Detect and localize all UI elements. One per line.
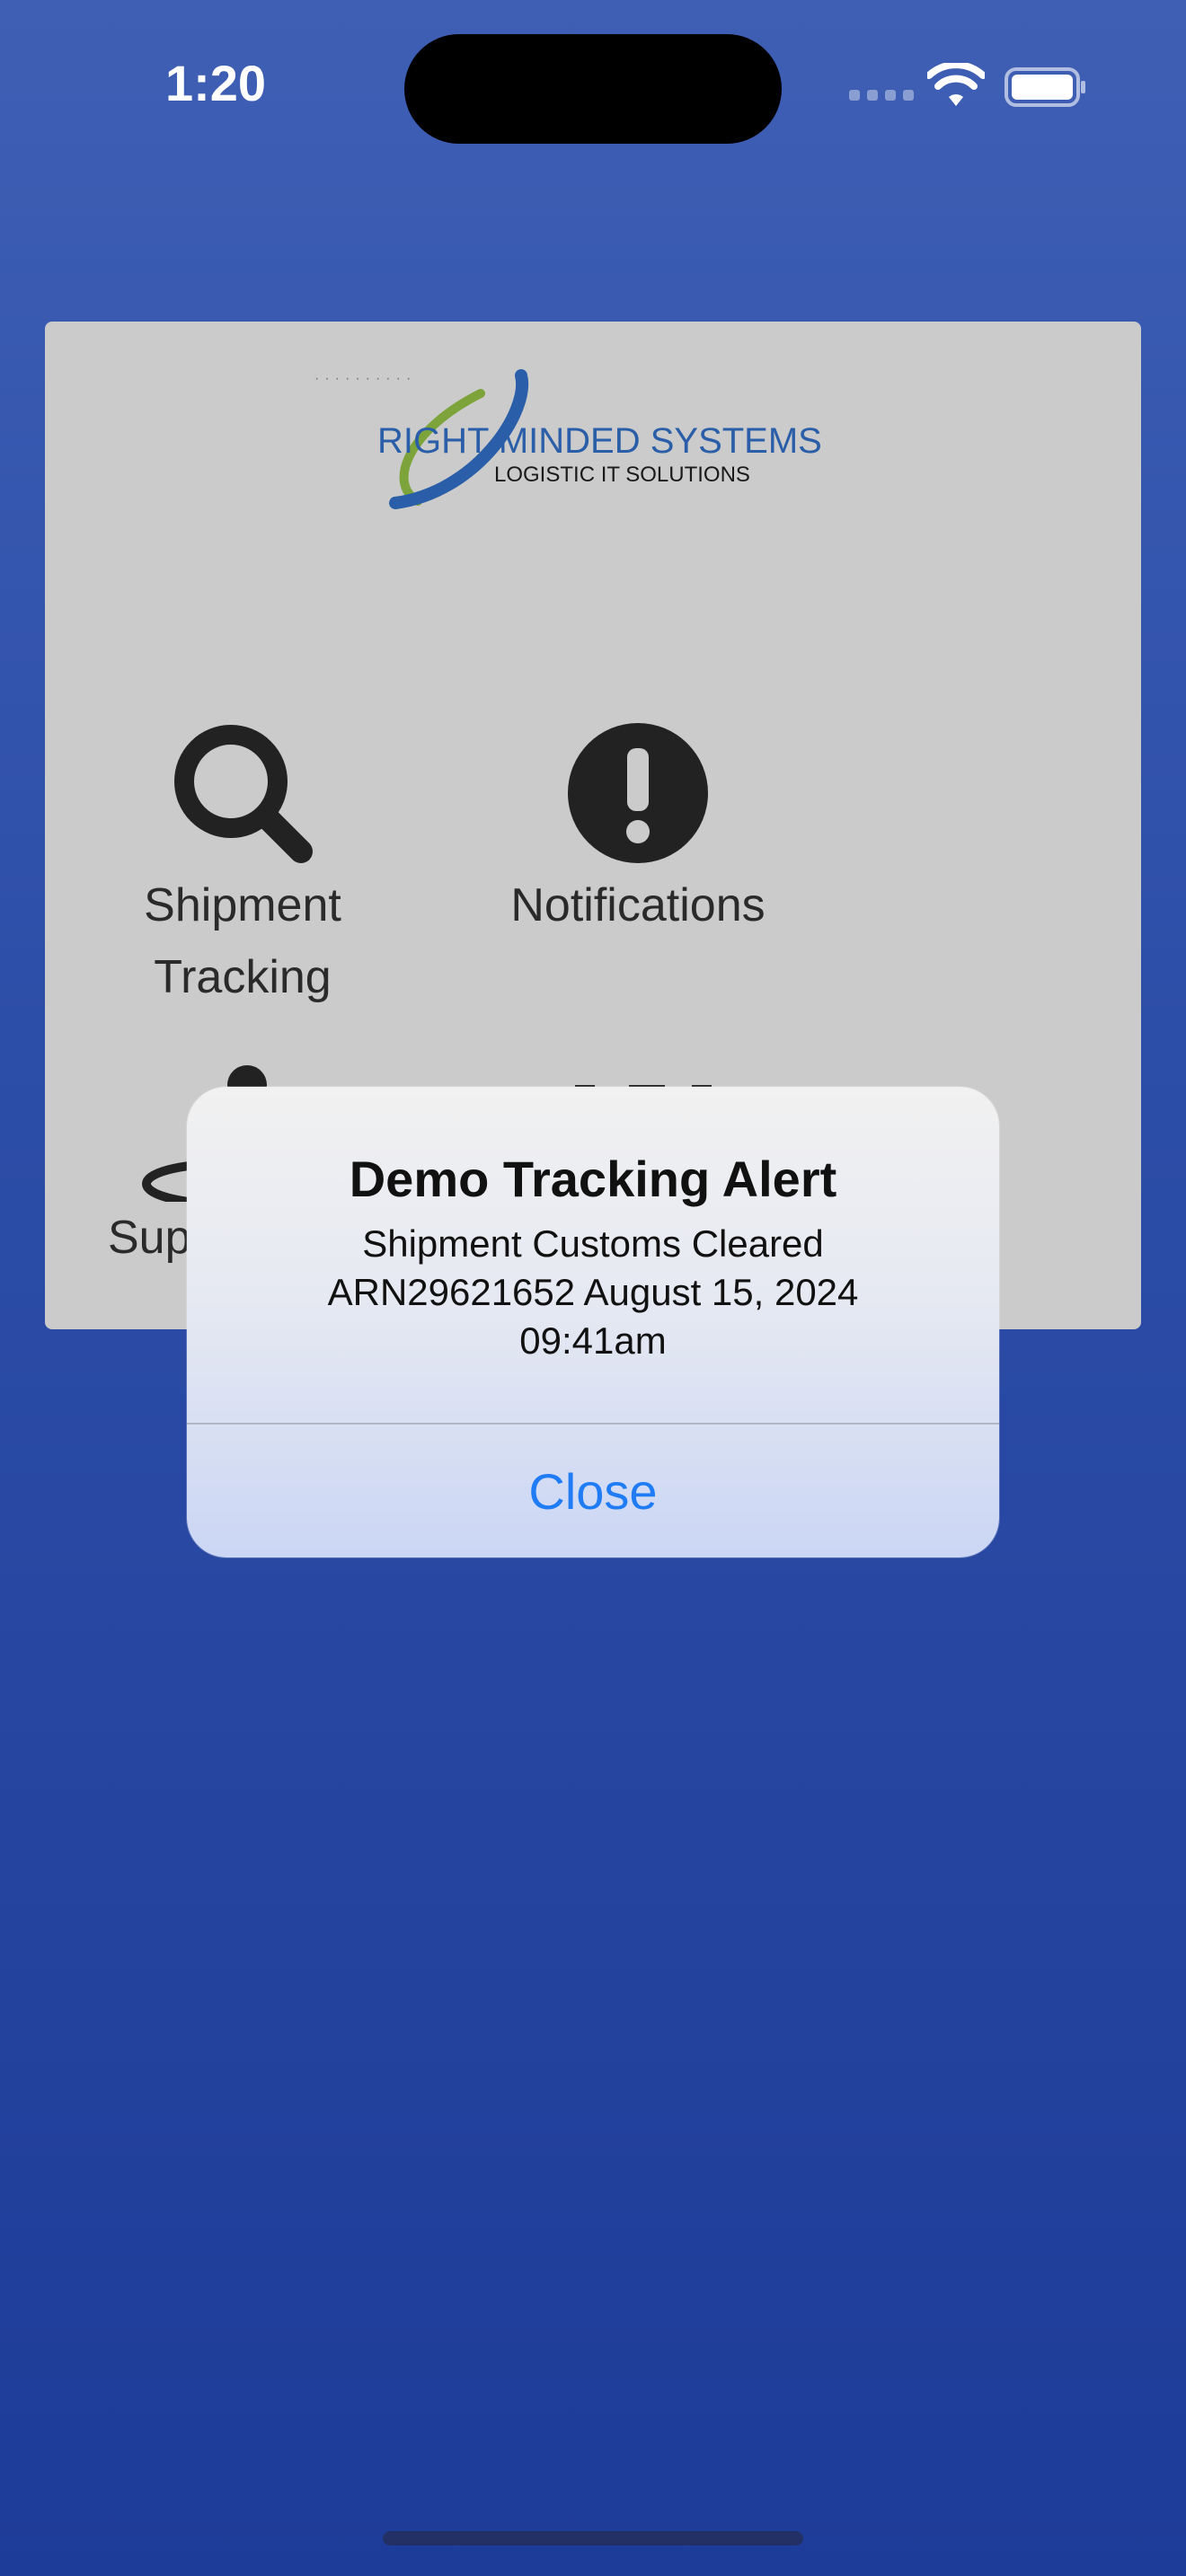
- close-button[interactable]: Close: [187, 1425, 999, 1557]
- home-indicator[interactable]: [383, 2531, 803, 2545]
- alert-message-line3: 09:41am: [519, 1319, 667, 1362]
- alert-message-line1: Shipment Customs Cleared: [362, 1222, 824, 1265]
- alert-title: Demo Tracking Alert: [349, 1151, 837, 1207]
- tracking-alert-dialog: Demo Tracking Alert Shipment Customs Cle…: [187, 1087, 999, 1557]
- alert-message: Shipment Customs Cleared ARN29621652 Aug…: [241, 1220, 945, 1365]
- alert-message-line2: ARN29621652 August 15, 2024: [327, 1271, 859, 1313]
